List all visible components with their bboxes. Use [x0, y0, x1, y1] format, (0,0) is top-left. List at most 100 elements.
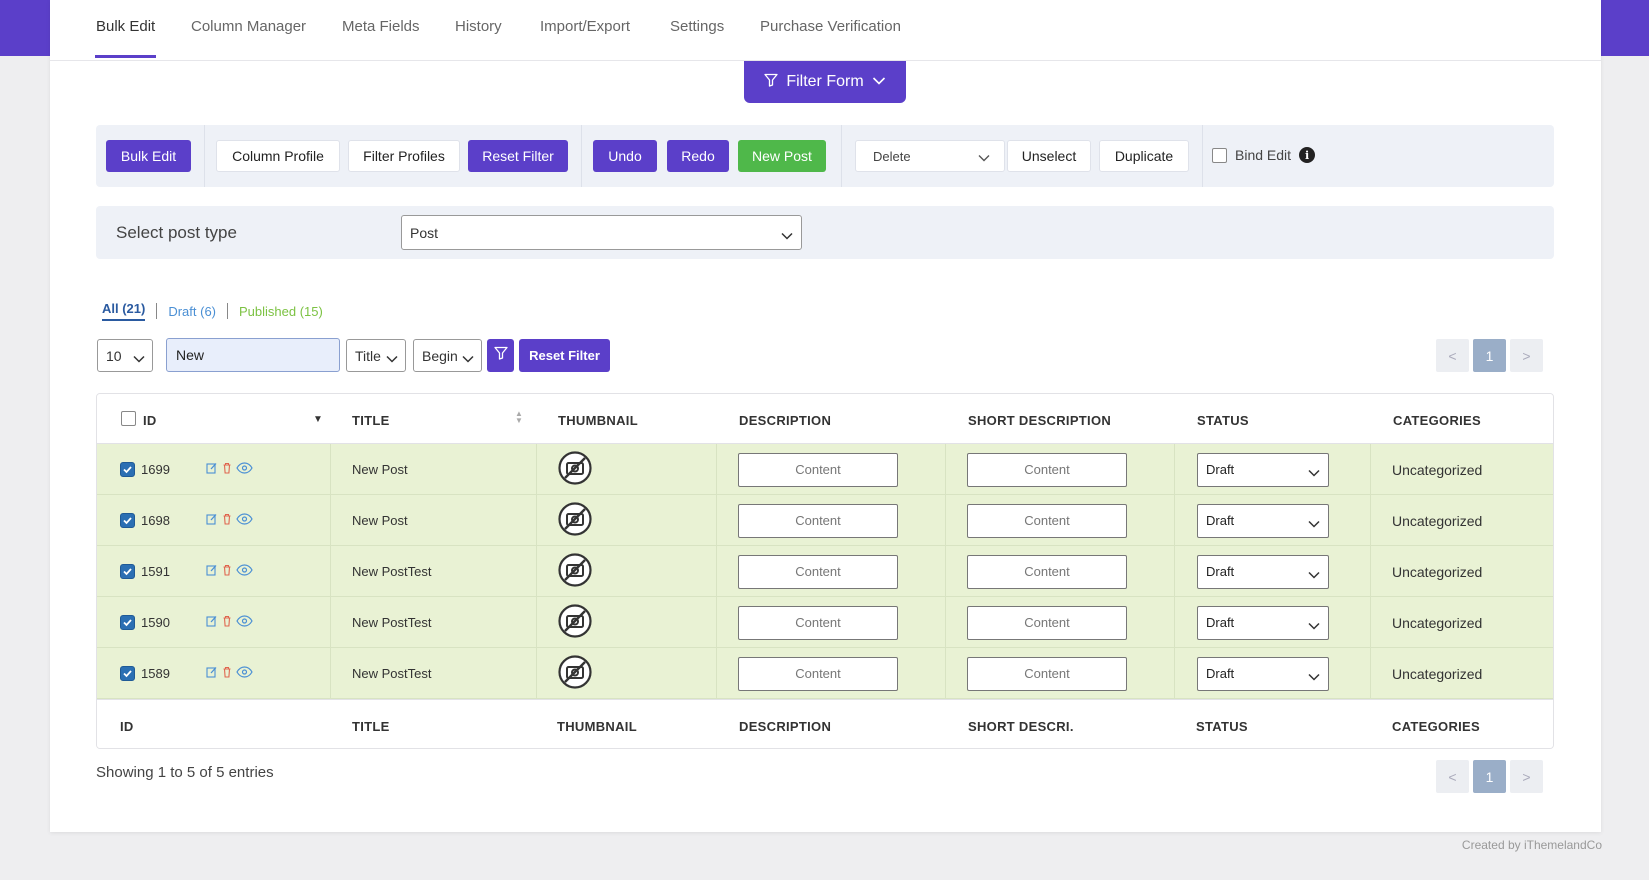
bulk-edit-button[interactable]: Bulk Edit	[106, 140, 191, 172]
select-all-checkbox[interactable]	[121, 411, 136, 426]
trash-icon[interactable]	[221, 513, 233, 528]
row-title[interactable]: New Post	[352, 495, 408, 546]
row-categories[interactable]: Uncategorized	[1392, 546, 1482, 597]
duplicate-button[interactable]: Duplicate	[1099, 140, 1189, 172]
status-link-draft[interactable]: Draft (6)	[168, 304, 216, 319]
column-profile-button[interactable]: Column Profile	[216, 140, 340, 172]
status-link-all[interactable]: All (21)	[102, 301, 146, 321]
description-field[interactable]: Content	[738, 656, 898, 691]
row-description-cell: Content	[738, 495, 898, 546]
row-description-cell: Content	[738, 597, 898, 648]
table-header: ID ▼ TITLE ▲ ▼ THUMBNAIL DESCRIPTION SHOR…	[97, 394, 1553, 444]
row-checkbox[interactable]	[120, 615, 135, 630]
per-page-select[interactable]: 10	[97, 339, 153, 372]
row-title[interactable]: New PostTest	[352, 597, 431, 648]
tab-history[interactable]: History	[455, 18, 502, 35]
row-thumbnail[interactable]	[558, 597, 592, 648]
tab-bulk-edit[interactable]: Bulk Edit	[94, 18, 157, 58]
edit-icon[interactable]	[206, 564, 218, 579]
edit-icon[interactable]	[206, 462, 218, 477]
tab-purchase-verification[interactable]: Purchase Verification	[760, 18, 901, 35]
row-checkbox[interactable]	[120, 666, 135, 681]
eye-icon[interactable]	[236, 462, 253, 477]
row-thumbnail[interactable]	[558, 648, 592, 699]
undo-button[interactable]: Undo	[593, 140, 657, 172]
row-categories[interactable]: Uncategorized	[1392, 495, 1482, 546]
edit-icon[interactable]	[206, 666, 218, 681]
short-description-field[interactable]: Content	[967, 554, 1127, 589]
new-post-button[interactable]: New Post	[738, 140, 826, 172]
bind-edit-toggle[interactable]: Bind Edit i	[1212, 147, 1316, 163]
eye-icon[interactable]	[236, 513, 253, 528]
reset-filter-button[interactable]: Reset Filter	[468, 140, 568, 172]
col-header-id[interactable]: ID	[143, 413, 157, 428]
trash-icon[interactable]	[221, 666, 233, 681]
row-title[interactable]: New Post	[352, 444, 408, 495]
row-categories[interactable]: Uncategorized	[1392, 597, 1482, 648]
tab-column-manager[interactable]: Column Manager	[191, 18, 306, 35]
edit-icon[interactable]	[206, 615, 218, 630]
unselect-button[interactable]: Unselect	[1007, 140, 1091, 172]
row-thumbnail[interactable]	[558, 444, 592, 495]
short-description-field[interactable]: Content	[967, 452, 1127, 487]
short-description-field[interactable]: Content	[967, 656, 1127, 691]
prev-page-button[interactable]: <	[1436, 339, 1469, 372]
search-match-select[interactable]: Begin	[413, 339, 482, 372]
description-field[interactable]: Content	[738, 554, 898, 589]
description-field[interactable]: Content	[738, 452, 898, 487]
short-description-field[interactable]: Content	[967, 503, 1127, 538]
status-select[interactable]: Draft	[1197, 605, 1329, 640]
search-match-value: Begin	[422, 347, 458, 364]
bind-edit-checkbox[interactable]	[1212, 147, 1227, 163]
page-1-button[interactable]: 1	[1473, 339, 1506, 372]
row-thumbnail[interactable]	[558, 495, 592, 546]
next-page-button[interactable]: >	[1510, 760, 1543, 793]
row-title[interactable]: New PostTest	[352, 648, 431, 699]
trash-icon[interactable]	[221, 564, 233, 579]
row-categories[interactable]: Uncategorized	[1392, 648, 1482, 699]
sort-icon[interactable]: ▲ ▼	[515, 410, 523, 425]
description-field[interactable]: Content	[738, 605, 898, 640]
tab-import-export[interactable]: Import/Export	[540, 18, 630, 35]
trash-icon[interactable]	[221, 615, 233, 630]
edit-icon[interactable]	[206, 513, 218, 528]
status-select[interactable]: Draft	[1197, 452, 1329, 487]
short-description-field[interactable]: Content	[967, 605, 1127, 640]
table-row: 1591 New PostTest Content Content Draft …	[97, 546, 1553, 597]
redo-button[interactable]: Redo	[667, 140, 729, 172]
sort-desc-icon[interactable]: ▼	[313, 414, 323, 425]
delete-select[interactable]: Delete	[855, 140, 1005, 172]
row-thumbnail[interactable]	[558, 546, 592, 597]
info-icon[interactable]: i	[1299, 147, 1316, 163]
eye-icon[interactable]	[236, 666, 253, 681]
search-input[interactable]: New	[166, 338, 340, 372]
page-1-button[interactable]: 1	[1473, 760, 1506, 793]
row-status-cell: Draft	[1197, 597, 1329, 648]
col-footer-categories: CATEGORIES	[1392, 719, 1480, 734]
row-checkbox[interactable]	[120, 564, 135, 579]
col-header-title[interactable]: TITLE	[352, 413, 390, 428]
trash-icon[interactable]	[221, 462, 233, 477]
apply-filter-button[interactable]	[487, 339, 514, 372]
prev-page-button[interactable]: <	[1436, 760, 1469, 793]
eye-icon[interactable]	[236, 615, 253, 630]
status-select[interactable]: Draft	[1197, 503, 1329, 538]
filter-profiles-button[interactable]: Filter Profiles	[348, 140, 460, 172]
quick-reset-filter-button[interactable]: Reset Filter	[519, 339, 610, 372]
status-select[interactable]: Draft	[1197, 554, 1329, 589]
status-link-published[interactable]: Published (15)	[239, 304, 323, 319]
tab-meta-fields[interactable]: Meta Fields	[342, 18, 420, 35]
description-field[interactable]: Content	[738, 503, 898, 538]
tab-settings[interactable]: Settings	[670, 18, 724, 35]
next-page-button[interactable]: >	[1510, 339, 1543, 372]
row-checkbox[interactable]	[120, 462, 135, 477]
filter-form-button[interactable]: Filter Form	[744, 61, 906, 103]
row-categories[interactable]: Uncategorized	[1392, 444, 1482, 495]
eye-icon[interactable]	[236, 564, 253, 579]
post-type-select[interactable]: Post	[401, 215, 802, 250]
row-description-cell: Content	[738, 444, 898, 495]
status-select[interactable]: Draft	[1197, 656, 1329, 691]
search-field-select[interactable]: Title	[346, 339, 406, 372]
row-checkbox[interactable]	[120, 513, 135, 528]
row-title[interactable]: New PostTest	[352, 546, 431, 597]
